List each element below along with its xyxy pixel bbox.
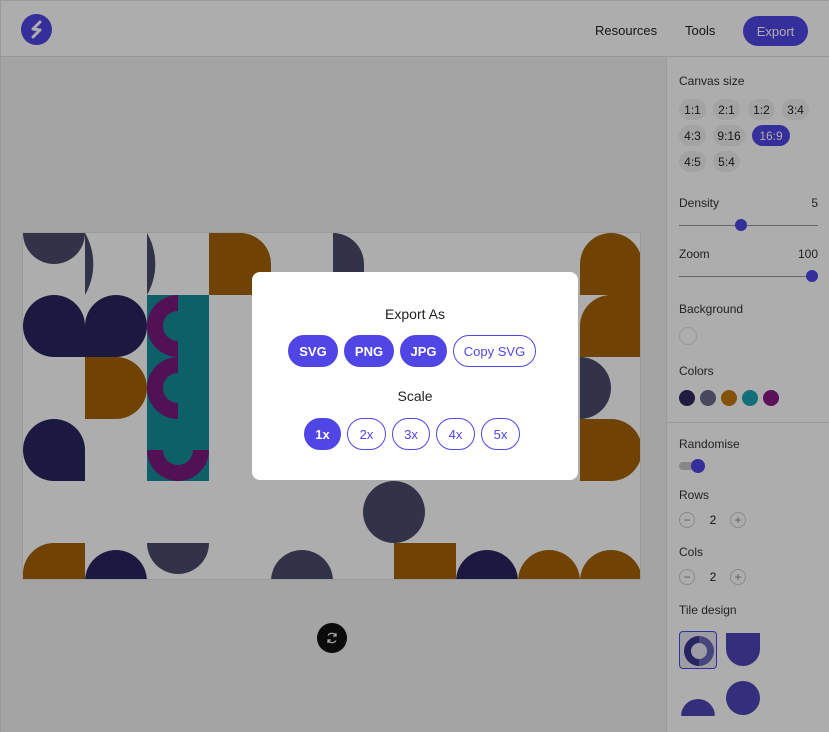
- export-as-heading: Export As: [385, 306, 445, 322]
- export-png-button[interactable]: PNG: [344, 335, 394, 367]
- scale-3x-button[interactable]: 3x: [392, 418, 430, 450]
- scale-5x-button[interactable]: 5x: [481, 418, 520, 450]
- export-svg-button[interactable]: SVG: [288, 335, 338, 367]
- scale-4x-button[interactable]: 4x: [436, 418, 475, 450]
- scale-2x-button[interactable]: 2x: [347, 418, 386, 450]
- scale-heading: Scale: [397, 388, 433, 404]
- scale-1x-button[interactable]: 1x: [304, 418, 341, 450]
- export-modal: Export As SVG PNG JPG Copy SVG Scale 1x …: [252, 272, 578, 480]
- copy-svg-button[interactable]: Copy SVG: [453, 335, 536, 367]
- export-jpg-button[interactable]: JPG: [400, 335, 447, 367]
